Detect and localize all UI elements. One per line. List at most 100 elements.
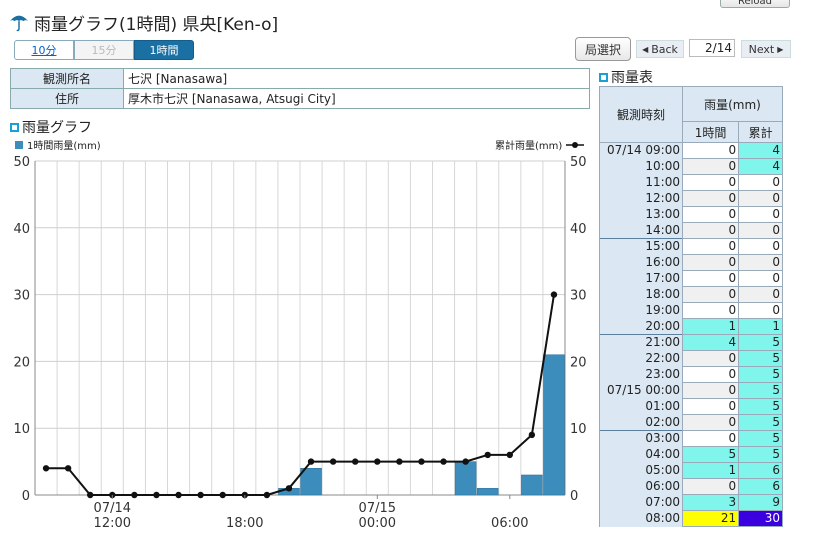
next-button[interactable]: Next ▶ bbox=[741, 40, 791, 58]
row-hourly-value: 0 bbox=[681, 206, 740, 223]
row-time: 20:00 bbox=[599, 318, 683, 335]
rain-table-row: 16:00 0 0 bbox=[599, 254, 783, 271]
bar-hourly bbox=[521, 474, 543, 496]
row-time: 15:00 bbox=[599, 238, 683, 255]
page-title: 雨量グラフ(1時間) 県央[Ken-o] bbox=[34, 14, 279, 35]
rain-table-row: 01:00 0 5 bbox=[599, 398, 783, 415]
row-hourly-value: 0 bbox=[681, 478, 740, 495]
col-time-header: 観測時刻 bbox=[599, 86, 683, 143]
row-total-value: 0 bbox=[738, 174, 783, 191]
rain-table-row: 23:00 0 5 bbox=[599, 366, 783, 383]
triangle-right-icon: ▶ bbox=[777, 44, 784, 54]
line-marker-icon bbox=[566, 141, 585, 148]
rain-table-title: 雨量表 bbox=[611, 70, 653, 86]
back-label: Back bbox=[651, 42, 678, 56]
row-time: 14:00 bbox=[599, 222, 683, 239]
y-tick-label-left: 40 bbox=[13, 222, 30, 237]
row-total-value: 0 bbox=[738, 206, 783, 223]
x-tick-label-time: 06:00 bbox=[491, 516, 528, 531]
y-tick-label-right: 20 bbox=[570, 355, 587, 370]
station-info-table: 観測所名 七沢 [Nanasawa] 住所 厚木市七沢 [Nanasawa, A… bbox=[10, 68, 590, 109]
row-total-value: 0 bbox=[738, 238, 783, 255]
bar-hourly bbox=[543, 354, 565, 496]
station-address-value: 厚木市七沢 [Nanasawa, Atsugi City] bbox=[123, 88, 590, 109]
row-total-value: 0 bbox=[738, 270, 783, 287]
row-total-value: 5 bbox=[738, 350, 783, 367]
row-total-value: 5 bbox=[738, 414, 783, 431]
cumulative-point bbox=[462, 458, 469, 465]
rain-table-row: 17:00 0 0 bbox=[599, 270, 783, 287]
cumulative-point bbox=[153, 491, 160, 499]
rain-table-row: 07/14 09:00 0 4 bbox=[599, 142, 783, 159]
row-total-value: 1 bbox=[738, 318, 783, 335]
row-hourly-value: 0 bbox=[681, 142, 740, 159]
row-hourly-value: 0 bbox=[681, 222, 740, 239]
back-button[interactable]: ◀ Back bbox=[636, 40, 684, 58]
rain-table-row: 22:00 0 5 bbox=[599, 350, 783, 367]
select-station-button[interactable]: 局選択 bbox=[575, 37, 631, 61]
station-name-value: 七沢 [Nanasawa] bbox=[123, 68, 590, 89]
rain-table-row: 07/15 00:00 0 5 bbox=[599, 382, 783, 399]
x-tick-label-time: 12:00 bbox=[94, 516, 131, 531]
row-hourly-value: 0 bbox=[681, 350, 740, 367]
cumulative-point bbox=[396, 458, 403, 465]
x-tick-label-date: 07/14 bbox=[94, 501, 131, 516]
rain-table: 観測時刻 雨量(mm) 1時間 累計 07/14 09:00 0 4 10:00 0 4 1… bbox=[599, 86, 783, 527]
section-square-icon bbox=[599, 72, 608, 82]
cumulative-point bbox=[64, 465, 72, 472]
row-total-value: 30 bbox=[738, 510, 783, 527]
umbrella-icon bbox=[9, 15, 29, 32]
row-hourly-value: 1 bbox=[681, 462, 740, 479]
interval-tabs: 10分 15分 1時間 bbox=[14, 40, 194, 60]
row-time: 22:00 bbox=[599, 350, 683, 367]
y-tick-label-right: 0 bbox=[570, 489, 578, 504]
row-total-value: 6 bbox=[738, 478, 783, 495]
cumulative-point bbox=[42, 465, 50, 472]
row-time: 13:00 bbox=[599, 206, 683, 223]
rain-table-row: 02:00 0 5 bbox=[599, 414, 783, 431]
row-hourly-value: 0 bbox=[681, 238, 740, 255]
bar-hourly bbox=[300, 468, 322, 496]
y-tick-label-right: 40 bbox=[570, 222, 587, 237]
rain-table-row: 05:00 1 6 bbox=[599, 462, 783, 479]
y-tick-label-left: 20 bbox=[13, 355, 30, 370]
rain-table-row: 07:00 3 9 bbox=[599, 494, 783, 511]
rain-table-row: 10:00 0 4 bbox=[599, 158, 783, 175]
row-hourly-value: 0 bbox=[681, 270, 740, 287]
y-tick-label-right: 30 bbox=[570, 289, 587, 304]
cumulative-point bbox=[440, 458, 447, 465]
station-address-label: 住所 bbox=[10, 88, 124, 109]
cumulative-point bbox=[197, 491, 204, 499]
row-hourly-value: 0 bbox=[681, 414, 740, 431]
row-time: 07/15 00:00 bbox=[599, 382, 683, 399]
graph-section-title: 雨量グラフ bbox=[10, 117, 92, 137]
tab-1hour[interactable]: 1時間 bbox=[134, 40, 194, 60]
row-time: 01:00 bbox=[599, 398, 683, 415]
rain-table-row: 14:00 0 0 bbox=[599, 222, 783, 239]
row-hourly-value: 1 bbox=[681, 318, 740, 335]
rain-table-row: 08:00 21 30 bbox=[599, 510, 783, 527]
row-hourly-value: 0 bbox=[681, 174, 740, 191]
cumulative-point bbox=[285, 485, 293, 492]
row-hourly-value: 5 bbox=[681, 446, 740, 463]
row-total-value: 0 bbox=[738, 286, 783, 303]
page-number-field[interactable]: 2/14 bbox=[689, 39, 735, 57]
col-total-header: 累計 bbox=[738, 121, 783, 143]
row-hourly-value: 0 bbox=[681, 382, 740, 399]
cumulative-point bbox=[175, 491, 182, 499]
tab-10min[interactable]: 10分 bbox=[14, 40, 74, 60]
row-hourly-value: 0 bbox=[681, 286, 740, 303]
station-address-row: 住所 厚木市七沢 [Nanasawa, Atsugi City] bbox=[10, 88, 590, 109]
bar-hourly bbox=[476, 488, 499, 496]
cumulative-point bbox=[131, 491, 138, 499]
triangle-left-icon: ◀ bbox=[642, 44, 649, 54]
rain-table-row: 12:00 0 0 bbox=[599, 190, 783, 207]
rainfall-chart: 0 0 10 10 20 20 30 30 40 40 50 50 07/1412:00 18:00 07/… bbox=[13, 155, 587, 531]
row-total-value: 4 bbox=[738, 158, 783, 175]
row-total-value: 5 bbox=[738, 382, 783, 399]
tab-15min[interactable]: 15分 bbox=[74, 40, 134, 60]
reload-button[interactable]: Reload bbox=[720, 0, 790, 8]
rain-table-row: 13:00 0 0 bbox=[599, 206, 783, 223]
row-time: 23:00 bbox=[599, 366, 683, 383]
cumulative-point bbox=[87, 491, 94, 499]
